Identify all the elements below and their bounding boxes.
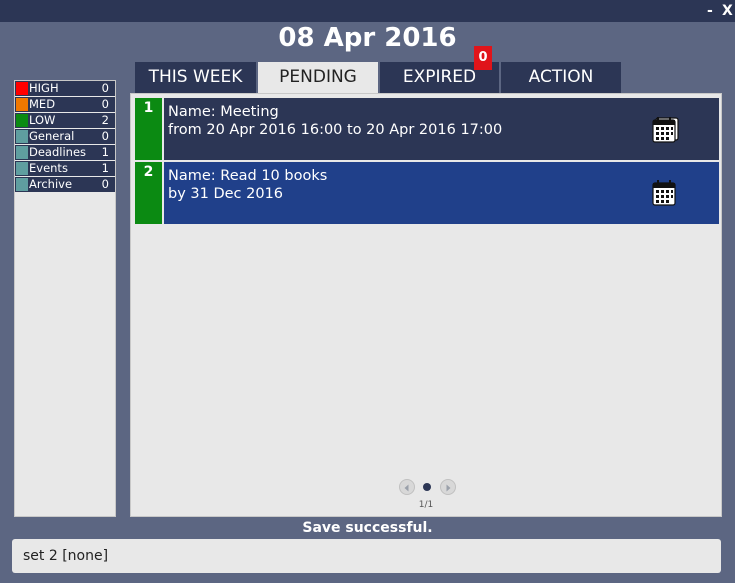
task-index: 1: [135, 98, 162, 160]
task-detail: from 20 Apr 2016 16:00 to 20 Apr 2016 17…: [168, 122, 503, 138]
category-low[interactable]: LOW 2: [15, 113, 115, 128]
calendar-icon[interactable]: [650, 180, 678, 208]
category-label: Deadlines: [29, 145, 87, 159]
category-label: General: [29, 129, 75, 143]
title-bar: [0, 0, 735, 22]
category-label: Archive: [29, 177, 73, 191]
category-count: 0: [101, 81, 109, 95]
task-item[interactable]: 1 Name: Meeting from 20 Apr 2016 16:00 t…: [135, 98, 719, 160]
category-high[interactable]: HIGH 0: [15, 81, 115, 96]
minimize-button[interactable]: -: [707, 2, 713, 20]
category-count: 0: [101, 129, 109, 143]
category-label: HIGH: [29, 81, 59, 95]
tab-this-week[interactable]: THIS WEEK: [135, 62, 256, 93]
task-detail: by 31 Dec 2016: [168, 186, 284, 202]
chevron-right-icon: [446, 484, 451, 492]
category-count: 0: [101, 177, 109, 191]
category-sidebar: HIGH 0 MED 0 LOW 2 General 0 Deadlines 1…: [14, 80, 116, 517]
pager: [131, 479, 721, 495]
category-label: LOW: [29, 113, 56, 127]
current-date: 08 Apr 2016: [278, 23, 457, 53]
category-count: 2: [101, 113, 109, 127]
archive-swatch: [16, 178, 28, 191]
category-count: 1: [101, 145, 109, 159]
expired-count-badge: 0: [474, 46, 492, 70]
category-label: Events: [29, 161, 68, 175]
low-priority-swatch: [16, 114, 28, 127]
task-name: Name: Meeting: [168, 104, 279, 120]
task-item[interactable]: 2 Name: Read 10 books by 31 Dec 2016: [135, 162, 719, 224]
tab-pending[interactable]: PENDING: [258, 62, 378, 93]
high-priority-swatch: [16, 82, 28, 95]
category-general[interactable]: General 0: [15, 129, 115, 144]
next-page-button[interactable]: [440, 479, 456, 495]
task-list-panel: 1 Name: Meeting from 20 Apr 2016 16:00 t…: [130, 93, 722, 517]
category-deadlines[interactable]: Deadlines 1: [15, 145, 115, 160]
category-events[interactable]: Events 1: [15, 161, 115, 176]
command-input[interactable]: set 2 [none]: [12, 539, 721, 573]
deadlines-swatch: [16, 146, 28, 159]
category-med[interactable]: MED 0: [15, 97, 115, 112]
task-body: Name: Read 10 books by 31 Dec 2016: [164, 162, 719, 224]
page-number: 1/1: [418, 500, 434, 510]
category-count: 0: [101, 97, 109, 111]
close-button[interactable]: X: [722, 2, 733, 20]
task-index: 2: [135, 162, 162, 224]
status-message: Save successful.: [302, 520, 433, 536]
events-swatch: [16, 162, 28, 175]
category-archive[interactable]: Archive 0: [15, 177, 115, 192]
tab-action[interactable]: ACTION: [501, 62, 621, 93]
prev-page-button[interactable]: [399, 479, 415, 495]
general-swatch: [16, 130, 28, 143]
med-priority-swatch: [16, 98, 28, 111]
chevron-left-icon: [404, 484, 409, 492]
calendar-multi-icon[interactable]: [650, 116, 680, 144]
category-count: 1: [101, 161, 109, 175]
category-label: MED: [29, 97, 56, 111]
task-body: Name: Meeting from 20 Apr 2016 16:00 to …: [164, 98, 719, 160]
task-name: Name: Read 10 books: [168, 168, 328, 184]
page-indicator-dot[interactable]: [423, 483, 431, 491]
